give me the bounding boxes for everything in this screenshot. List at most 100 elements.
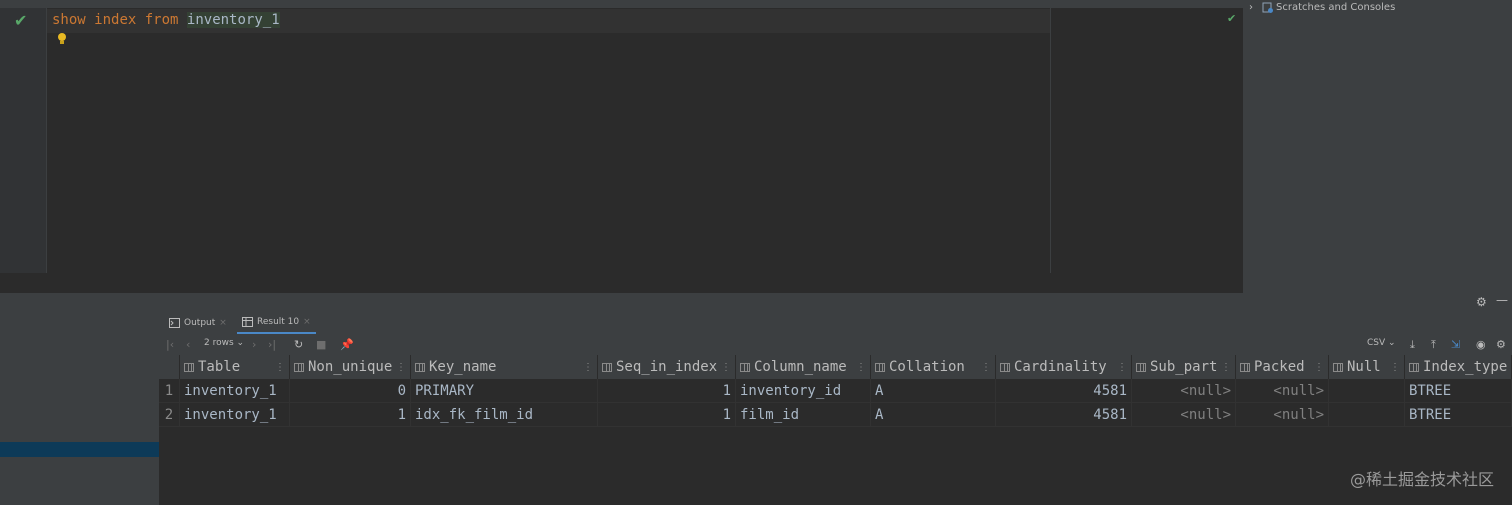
- tab-result-10[interactable]: Result 10 ×: [237, 311, 316, 334]
- table-cell[interactable]: 4581: [996, 403, 1132, 427]
- editor-gutter: [0, 8, 47, 273]
- stop-icon[interactable]: ■: [316, 338, 326, 351]
- table-cell[interactable]: 0: [290, 379, 411, 403]
- column-header-label: Packed: [1254, 359, 1305, 375]
- tab-output-label: Output: [184, 317, 216, 328]
- column-header[interactable]: Index_type: [1405, 355, 1512, 379]
- pin-icon[interactable]: 📌: [340, 338, 354, 351]
- column-icon: [294, 362, 304, 372]
- table-cell[interactable]: film_id: [736, 403, 871, 427]
- column-header[interactable]: Cardinality ⋮: [996, 355, 1132, 379]
- table-cell[interactable]: <null>: [1132, 403, 1236, 427]
- column-header[interactable]: Null ⋮: [1329, 355, 1405, 379]
- scratches-icon: [1262, 2, 1273, 13]
- table-cell[interactable]: [1329, 403, 1405, 427]
- table-cell[interactable]: A: [871, 403, 996, 427]
- column-sort-icon[interactable]: ⋮: [721, 362, 731, 373]
- minimize-icon[interactable]: —: [1496, 293, 1508, 307]
- column-header[interactable]: Seq_in_index ⋮: [598, 355, 736, 379]
- column-sort-icon[interactable]: ⋮: [1221, 362, 1231, 373]
- export-format-label: CSV: [1367, 338, 1386, 348]
- grid-settings-icon[interactable]: ⚙: [1496, 338, 1506, 351]
- sql-code-line[interactable]: show index from inventory_1: [52, 12, 280, 28]
- expand-chevron-icon[interactable]: ›: [1249, 2, 1253, 13]
- upload-icon[interactable]: ⤒: [1431, 338, 1436, 352]
- column-header[interactable]: Collation ⋮: [871, 355, 996, 379]
- sql-table-name: inventory_1: [186, 12, 280, 28]
- first-page-icon[interactable]: |‹: [166, 338, 174, 351]
- column-header-label: Table: [198, 359, 241, 375]
- column-header-label: Sub_part: [1150, 359, 1218, 375]
- services-tree-selected-row[interactable]: [0, 442, 159, 457]
- column-sort-icon[interactable]: ⋮: [856, 362, 866, 373]
- column-icon: [415, 362, 425, 372]
- column-header[interactable]: Non_unique ⋮: [290, 355, 411, 379]
- output-icon: [169, 317, 180, 328]
- table-cell[interactable]: PRIMARY: [411, 379, 598, 403]
- column-sort-icon[interactable]: ⋮: [583, 362, 593, 373]
- download-icon[interactable]: ⤓: [1410, 338, 1415, 352]
- table-cell[interactable]: inventory_1: [180, 403, 290, 427]
- column-header[interactable]: Sub_part ⋮: [1132, 355, 1236, 379]
- table-cell[interactable]: inventory_id: [736, 379, 871, 403]
- last-page-icon[interactable]: ›|: [268, 338, 276, 351]
- column-header[interactable]: Packed ⋮: [1236, 355, 1329, 379]
- column-header[interactable]: Key_name ⋮: [411, 355, 598, 379]
- export-format-dropdown[interactable]: CSV ⌄: [1367, 338, 1396, 348]
- intention-bulb-icon[interactable]: [56, 32, 68, 46]
- table-cell[interactable]: A: [871, 379, 996, 403]
- grid-toolbar: [159, 334, 1512, 355]
- column-sort-icon[interactable]: ⋮: [275, 362, 285, 373]
- column-header[interactable]: Table ⋮: [180, 355, 290, 379]
- table-cell[interactable]: [1329, 379, 1405, 403]
- next-page-icon[interactable]: ›: [252, 338, 256, 351]
- table-cell[interactable]: <null>: [1132, 379, 1236, 403]
- services-tree[interactable]: [0, 311, 160, 505]
- column-header-label: Non_unique: [308, 359, 393, 375]
- sql-editor[interactable]: [0, 0, 1243, 273]
- column-header-label: Cardinality: [1014, 359, 1107, 375]
- column-header-label: Collation: [889, 359, 965, 375]
- column-sort-icon[interactable]: ⋮: [1314, 362, 1324, 373]
- close-result-tab-icon[interactable]: ×: [303, 317, 311, 327]
- column-icon: [1136, 362, 1146, 372]
- column-header-label: Null: [1347, 359, 1381, 375]
- gear-icon[interactable]: ⚙: [1476, 295, 1487, 309]
- column-icon: [184, 362, 194, 372]
- row-number: 1: [159, 379, 180, 403]
- column-sort-icon[interactable]: ⋮: [1390, 362, 1400, 373]
- reload-icon[interactable]: ↻: [294, 338, 303, 351]
- table-cell[interactable]: BTREE: [1405, 403, 1512, 427]
- table-cell[interactable]: BTREE: [1405, 379, 1512, 403]
- column-header-label: Index_type: [1423, 359, 1508, 375]
- table-cell[interactable]: 1: [290, 403, 411, 427]
- watermark: @稀土掘金技术社区: [1349, 470, 1494, 489]
- table-cell[interactable]: idx_fk_film_id: [411, 403, 598, 427]
- compare-icon[interactable]: ⇲: [1451, 338, 1460, 351]
- column-sort-icon[interactable]: ⋮: [396, 362, 406, 373]
- editor-bottom-gap: [0, 273, 1243, 293]
- rows-count-dropdown[interactable]: 2 rows ⌄: [204, 338, 244, 348]
- table-cell[interactable]: <null>: [1236, 403, 1329, 427]
- column-header-label: Key_name: [429, 359, 497, 375]
- column-sort-icon[interactable]: ⋮: [981, 362, 991, 373]
- table-cell[interactable]: 1: [598, 403, 736, 427]
- view-icon[interactable]: ◉: [1476, 338, 1486, 351]
- sql-keyword-index: index: [94, 12, 137, 28]
- editor-right-margin: [1050, 8, 1051, 273]
- row-number-header: [159, 355, 180, 379]
- column-header[interactable]: Column_name ⋮: [736, 355, 871, 379]
- tab-output[interactable]: Output ×: [169, 311, 227, 334]
- column-sort-icon[interactable]: ⋮: [1117, 362, 1127, 373]
- column-icon: [875, 362, 885, 372]
- scratches-and-consoles-item[interactable]: Scratches and Consoles: [1276, 2, 1395, 13]
- previous-page-icon[interactable]: ‹: [186, 338, 190, 351]
- close-output-tab-icon[interactable]: ×: [219, 318, 227, 328]
- table-cell[interactable]: 4581: [996, 379, 1132, 403]
- column-icon: [740, 362, 750, 372]
- column-icon: [1240, 362, 1250, 372]
- table-cell[interactable]: <null>: [1236, 379, 1329, 403]
- table-cell[interactable]: 1: [598, 379, 736, 403]
- column-icon: [1333, 362, 1343, 372]
- table-cell[interactable]: inventory_1: [180, 379, 290, 403]
